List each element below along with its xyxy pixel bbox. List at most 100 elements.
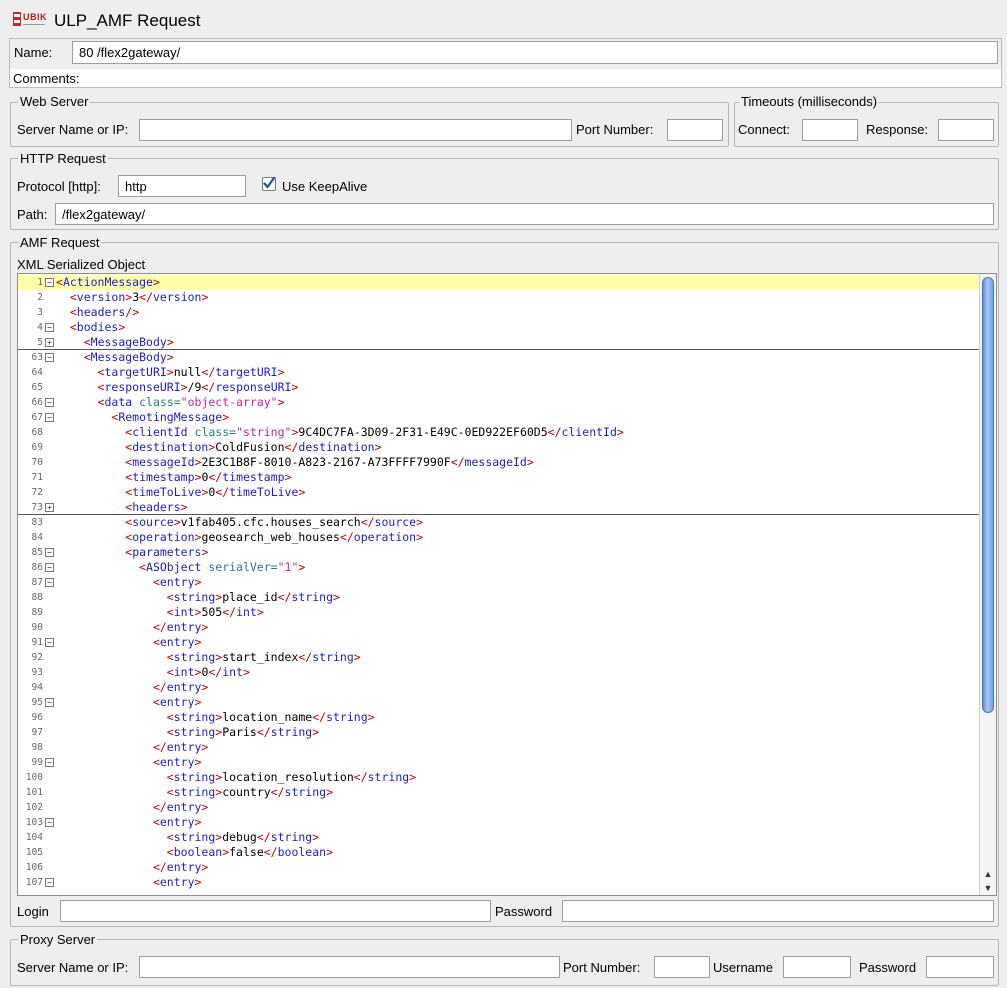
code-token: ColdFusion [215, 440, 285, 454]
code-token: int [236, 605, 257, 619]
fold-collapse-icon[interactable]: − [45, 878, 54, 887]
code-token: < [69, 320, 77, 334]
code-token: </ [222, 605, 237, 619]
connect-label: Connect: [738, 122, 791, 137]
line-number: 88 [31, 592, 43, 603]
line-number: 3 [37, 307, 43, 318]
fold-collapse-icon[interactable]: − [45, 548, 54, 557]
fold-collapse-icon[interactable]: − [45, 353, 54, 362]
code-line: <responseURI>/9</responseURI> [56, 380, 979, 395]
line-number: 89 [31, 607, 43, 618]
fold-collapse-icon[interactable]: − [45, 578, 54, 587]
code-token: </ [152, 740, 167, 754]
code-token: int [173, 665, 195, 679]
vertical-scrollbar[interactable]: ▲ ▼ [979, 274, 996, 895]
code-token: </ [360, 515, 375, 529]
line-number: 94 [31, 682, 43, 693]
code-token: string [173, 590, 216, 604]
code-line: <entry> [56, 875, 979, 890]
line-number: 1− [18, 275, 56, 290]
code-line: <timeToLive>0</timeToLive> [56, 485, 979, 500]
code-token: > [256, 605, 264, 619]
code-token: location_name [222, 710, 313, 724]
code-token: timestamp [132, 470, 195, 484]
code-token: MessageBody [90, 335, 167, 349]
fold-collapse-icon[interactable]: − [45, 698, 54, 707]
code-line: <bodies> [56, 320, 979, 335]
code-line: <ASObject serialVer="1"> [56, 560, 979, 575]
keepalive-label: Use KeepAlive [282, 179, 368, 194]
login-input[interactable] [60, 900, 491, 922]
code-token: string [173, 785, 216, 799]
line-number: 66− [18, 395, 56, 410]
fold-collapse-icon[interactable]: − [45, 278, 54, 287]
code-token: string [173, 770, 216, 784]
code-token: parameters [132, 545, 202, 559]
code-line: <timestamp>0</timestamp> [56, 470, 979, 485]
proxy-password-input[interactable] [926, 956, 994, 978]
name-input[interactable] [72, 41, 998, 64]
fold-collapse-icon[interactable]: − [45, 638, 54, 647]
scroll-down-icon[interactable]: ▼ [980, 881, 996, 895]
code-token: string [284, 785, 327, 799]
fold-collapse-icon[interactable]: − [45, 413, 54, 422]
code-token: "object-array" [180, 395, 278, 409]
line-number: 5 + [18, 335, 56, 350]
proxy-port-input[interactable] [654, 956, 710, 978]
code-token: entry [159, 875, 195, 889]
code-area[interactable]: <ActionMessage> <version>3</version> <he… [56, 274, 979, 895]
fold-expand-icon[interactable]: + [45, 338, 54, 347]
scrollbar-thumb[interactable] [982, 277, 994, 713]
code-token: </ [450, 455, 465, 469]
code-token: </ [256, 725, 271, 739]
code-token: </ [215, 485, 230, 499]
fold-collapse-icon[interactable]: − [45, 758, 54, 767]
code-line: </entry> [56, 740, 979, 755]
protocol-input[interactable] [118, 175, 246, 197]
protocol-label: Protocol [http]: [17, 179, 101, 194]
keepalive-checkbox[interactable] [262, 176, 276, 191]
code-token: start_index [222, 650, 299, 664]
connect-input[interactable] [802, 119, 858, 141]
code-token: < [166, 665, 174, 679]
fold-collapse-icon[interactable]: − [45, 818, 54, 827]
proxy-username-input[interactable] [783, 956, 851, 978]
response-input[interactable] [938, 119, 994, 141]
code-line: <entry> [56, 815, 979, 830]
xml-code-editor[interactable]: 1− 2 3 4−5 +63− 64 65 66−67− 68 69 70 71 72 73 + 83 84 85… [17, 273, 997, 896]
code-token: string [270, 725, 313, 739]
line-number: 71 [31, 472, 43, 483]
server-name-input[interactable] [139, 119, 572, 141]
code-token: < [152, 875, 160, 889]
port-number-input[interactable] [667, 119, 723, 141]
fold-collapse-icon[interactable]: − [45, 563, 54, 572]
scroll-up-icon[interactable]: ▲ [980, 867, 996, 881]
amf-password-input[interactable] [562, 900, 994, 922]
code-line: <boolean>false</boolean> [56, 845, 979, 860]
line-number: 96 [31, 712, 43, 723]
code-token: > [416, 530, 424, 544]
code-line: <headers> [56, 500, 979, 515]
fold-collapse-icon[interactable]: − [45, 398, 54, 407]
code-token: < [166, 770, 174, 784]
proxy-server-name-input[interactable] [139, 956, 560, 978]
code-line: </entry> [56, 680, 979, 695]
code-token: place_id [222, 590, 278, 604]
fold-expand-icon[interactable]: + [45, 503, 54, 512]
code-token: operation [353, 530, 417, 544]
line-number: 68 [31, 427, 43, 438]
path-input[interactable] [55, 203, 994, 225]
code-token: debug [222, 830, 257, 844]
code-token: < [166, 590, 174, 604]
line-number: 64 [31, 367, 43, 378]
line-number: 84 [31, 532, 43, 543]
fold-collapse-icon[interactable]: − [45, 323, 54, 332]
